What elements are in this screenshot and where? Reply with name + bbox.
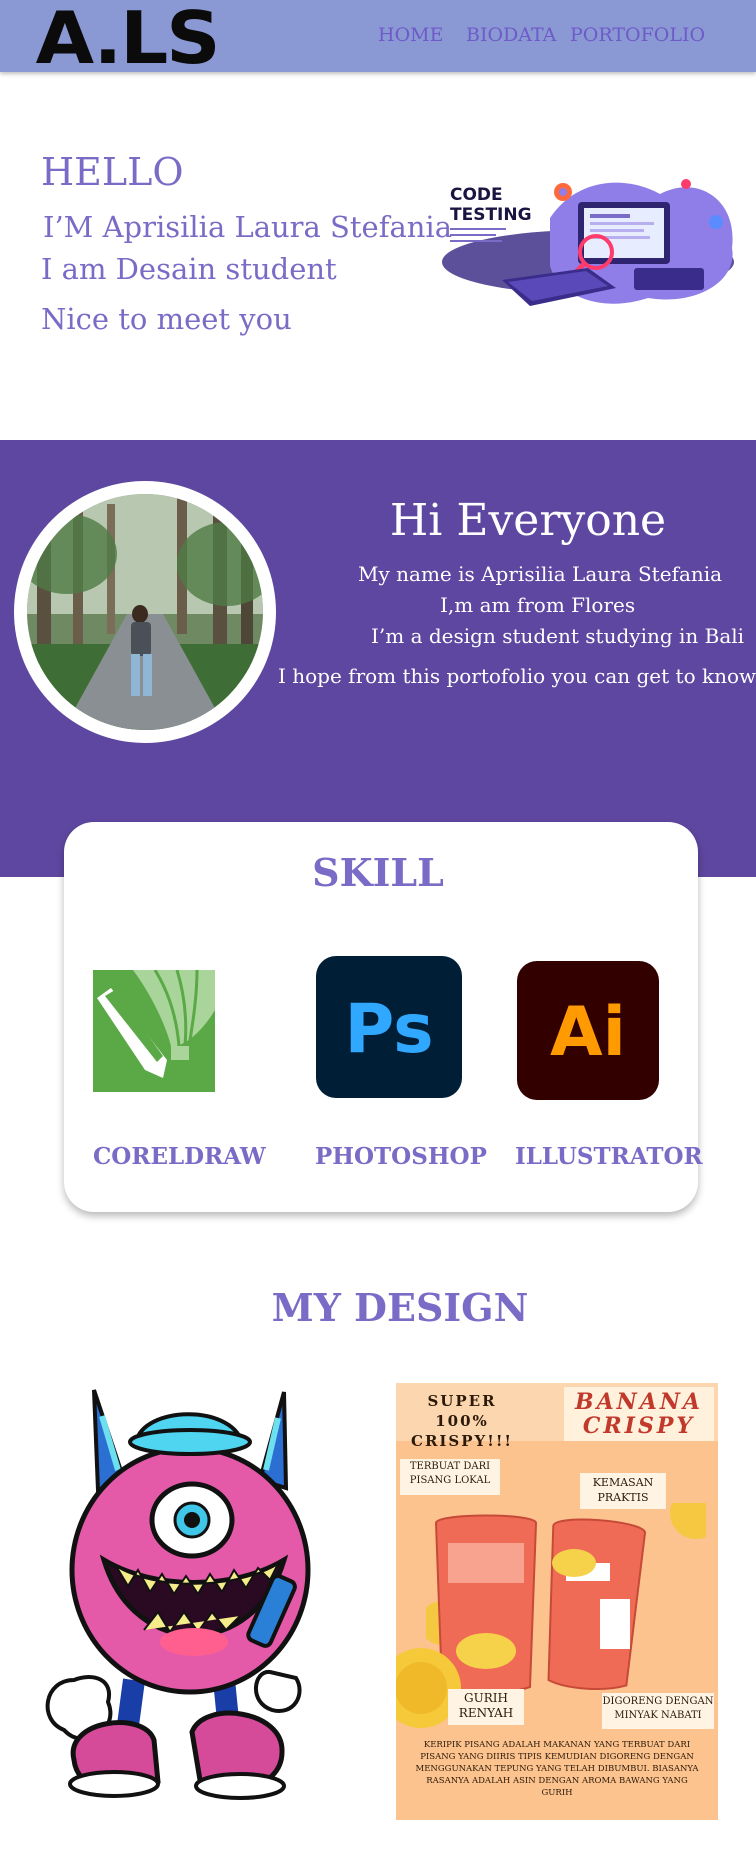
illustration-text-testing: TESTING xyxy=(450,205,532,225)
poster-brand-line2: CRISPY xyxy=(582,1413,696,1439)
hero-name: I’M Aprisilia Laura Stefania xyxy=(43,210,452,244)
photoshop-icon-text: Ps xyxy=(344,990,433,1069)
about-line-name: My name is Aprisilia Laura Stefania xyxy=(358,562,723,586)
skill-label-photoshop: PHOTOSHOP xyxy=(315,1143,487,1170)
code-testing-illustration: CODE TESTING xyxy=(442,179,734,306)
site-header: A.LS HOME BIODATA PORTOFOLIO xyxy=(0,0,756,80)
about-line-origin: I,m am from Flores xyxy=(440,593,636,617)
about-line-study: I’m a design student studying in Bali xyxy=(371,624,745,648)
skill-label-coreldraw: CORELDRAW xyxy=(93,1143,266,1170)
hero-role: I am Desain student xyxy=(41,252,337,286)
illustration-text-code: CODE xyxy=(450,185,503,205)
design-title: MY DESIGN xyxy=(271,1285,529,1330)
poster-footer-text: KERIPIK PISANG ADALAH MAKANAN YANG TERBU… xyxy=(415,1740,699,1798)
skill-label-illustrator: ILLUSTRATOR xyxy=(515,1143,703,1170)
skill-title: SKILL xyxy=(312,850,444,895)
hero-greeting: Nice to meet you xyxy=(41,302,292,336)
banana-crispy-poster: SUPER 100% CRISPY!!! BANANA CRISPY TERBU… xyxy=(396,1383,718,1820)
poster-bottom-left: GURIH RENYAH xyxy=(458,1691,514,1720)
about-title: Hi Everyone xyxy=(389,495,667,546)
hero-hello: HELLO xyxy=(41,150,184,194)
poster-bottom-right: DIGORENG DENGAN MINYAK NABATI xyxy=(602,1696,714,1721)
main-nav: HOME BIODATA PORTOFOLIO xyxy=(0,24,756,54)
coreldraw-icon xyxy=(93,970,215,1092)
illustrator-icon-text: Ai xyxy=(550,993,626,1072)
illustrator-icon: Ai xyxy=(517,961,659,1100)
monster-illustration xyxy=(45,1389,311,1800)
nav-biodata[interactable]: BIODATA xyxy=(466,24,556,46)
nav-portofolio[interactable]: PORTOFOLIO xyxy=(570,24,705,46)
nav-home[interactable]: HOME xyxy=(378,24,443,46)
poster-brand-line1: BANANA xyxy=(574,1389,704,1415)
about-line-hope: I hope from this portofolio you can get … xyxy=(278,664,756,688)
poster-tagline: SUPER 100% CRISPY!!! xyxy=(411,1392,513,1450)
poster-badge-left: TERBUAT DARI PISANG LOKAL xyxy=(409,1461,491,1486)
poster-product-packs xyxy=(426,1503,706,1694)
photoshop-icon: Ps xyxy=(316,956,462,1098)
poster-badge-right: KEMASAN PRAKTIS xyxy=(592,1476,654,1504)
